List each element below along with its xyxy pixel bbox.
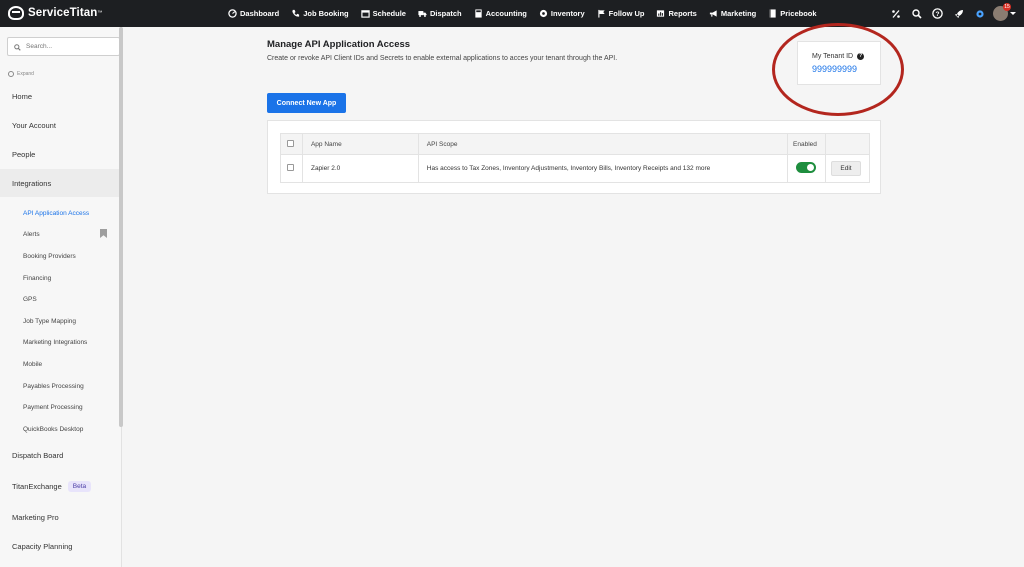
api-scope-cell: Has access to Tax Zones, Inventory Adjus… [417, 154, 789, 183]
nav-job-booking[interactable]: Job Booking [291, 9, 349, 18]
nav-follow-up[interactable]: Follow Up [597, 9, 645, 18]
beta-badge: Beta [67, 480, 92, 492]
nav-dispatch-label: Dispatch [429, 9, 462, 18]
table-row: Zapier 2.0 Has access to Tax Zones, Inve… [280, 154, 871, 183]
reports-icon [656, 9, 665, 18]
col-enabled[interactable]: Enabled [787, 133, 826, 155]
search-icon [14, 38, 21, 56]
enabled-cell [787, 154, 826, 183]
top-navigation-bar: ServiceTitan ™ Dashboard Job Booking Sch… [0, 0, 1024, 27]
annotation-circle [772, 23, 904, 116]
nav-accounting-label: Accounting [485, 9, 527, 18]
header-actions: ? 15 [880, 0, 1016, 27]
row-select-cell [280, 154, 303, 183]
nav-dispatch[interactable]: Dispatch [418, 9, 462, 18]
sidebar-subitem-alerts-label: Alerts [23, 230, 40, 238]
sidebar-subitem-gps[interactable]: GPS [0, 289, 119, 309]
search-icon[interactable] [911, 8, 922, 19]
sidebar-subitem-mobile[interactable]: Mobile [0, 354, 119, 374]
sidebar-item-integrations[interactable]: Integrations [0, 169, 119, 197]
flag-icon [597, 9, 606, 18]
sidebar-item-capacity-planning[interactable]: Capacity Planning [0, 532, 119, 560]
nav-schedule-label: Schedule [372, 9, 406, 18]
col-app-name[interactable]: App Name [301, 133, 419, 155]
chevron-down-icon[interactable] [1010, 12, 1016, 15]
sidebar-item-marketing-pro[interactable]: Marketing Pro [0, 503, 119, 531]
percent-icon[interactable] [890, 8, 901, 19]
nav-job-booking-label: Job Booking [303, 9, 349, 18]
phone-icon [291, 9, 300, 18]
svg-text:?: ? [935, 11, 939, 18]
sidebar-subitem-job-type-mapping[interactable]: Job Type Mapping [0, 311, 119, 331]
notification-badge: 15 [1003, 3, 1011, 11]
row-checkbox[interactable] [287, 164, 294, 171]
nav-marketing-label: Marketing [720, 9, 757, 18]
app-name-cell: Zapier 2.0 [301, 154, 419, 183]
megaphone-icon [709, 9, 718, 18]
sidebar-subitem-payment-processing[interactable]: Payment Processing [0, 397, 119, 417]
enabled-toggle[interactable] [796, 162, 817, 173]
nav-dashboard[interactable]: Dashboard [228, 9, 279, 18]
brand-name: ServiceTitan [28, 7, 98, 19]
user-avatar[interactable]: 15 [993, 3, 1011, 21]
bookmark-icon[interactable] [100, 229, 107, 238]
select-all-checkbox[interactable] [287, 139, 294, 147]
calendar-icon [360, 9, 370, 18]
page-title: Manage API Application Access [267, 39, 411, 50]
sidebar-item-home[interactable]: Home [0, 82, 119, 110]
page-subtitle: Create or revoke API Client IDs and Secr… [267, 55, 618, 62]
sidebar-subitem-payables-processing[interactable]: Payables Processing [0, 376, 119, 396]
help-icon[interactable]: ? [932, 8, 943, 19]
sidebar-search[interactable] [7, 37, 120, 56]
inventory-icon [539, 9, 548, 18]
servicetitan-logo-icon [8, 6, 24, 20]
sidebar-scrollbar[interactable] [119, 27, 123, 427]
nav-pricebook[interactable]: Pricebook [768, 9, 817, 18]
servicetitan-logo[interactable]: ServiceTitan ™ [8, 5, 102, 21]
nav-marketing[interactable]: Marketing [709, 9, 756, 18]
api-apps-table: App Name API Scope Enabled Zapier 2.0 Ha… [280, 133, 871, 183]
sidebar-subitem-alerts[interactable]: Alerts [0, 224, 119, 244]
nav-schedule[interactable]: Schedule [360, 9, 406, 18]
expand-label: Expand [17, 71, 34, 77]
connect-new-app-button[interactable]: Connect New App [267, 93, 346, 113]
nav-inventory-label: Inventory [550, 9, 585, 18]
truck-icon [418, 9, 427, 18]
book-icon [768, 9, 777, 18]
col-actions [824, 133, 871, 155]
nav-reports-label: Reports [668, 9, 697, 18]
col-api-scope[interactable]: API Scope [417, 133, 789, 155]
gear-icon[interactable] [974, 8, 985, 19]
actions-cell: Edit [824, 154, 871, 183]
brand-trademark: ™ [97, 10, 103, 16]
nav-accounting[interactable]: Accounting [474, 9, 527, 18]
nav-follow-up-label: Follow Up [608, 9, 645, 18]
nav-pricebook-label: Pricebook [780, 9, 817, 18]
sidebar-item-dispatch-board[interactable]: Dispatch Board [0, 441, 119, 469]
sidebar-item-titanexchange-label: TitanExchange [12, 481, 62, 491]
sidebar-search-input[interactable] [26, 43, 116, 50]
sidebar-item-people[interactable]: People [0, 140, 119, 168]
sidebar-item-titanexchange[interactable]: TitanExchange Beta [0, 472, 119, 500]
nav-inventory[interactable]: Inventory [539, 9, 585, 18]
table-header-row: App Name API Scope Enabled [280, 133, 871, 155]
calculator-icon [474, 9, 483, 18]
expand-icon [8, 71, 14, 77]
sidebar-subitem-financing[interactable]: Financing [0, 268, 119, 288]
expand-toggle[interactable]: Expand [8, 71, 34, 77]
rocket-icon[interactable] [953, 8, 964, 19]
select-all-cell [280, 133, 303, 155]
sidebar-item-your-account[interactable]: Your Account [0, 111, 119, 139]
sidebar-subitem-marketing-integrations[interactable]: Marketing Integrations [0, 332, 119, 352]
main-nav: Dashboard Job Booking Schedule Dispatch … [228, 0, 829, 27]
sidebar-subitem-api-application-access[interactable]: API Application Access [0, 203, 119, 223]
edit-button[interactable]: Edit [830, 161, 861, 176]
sidebar-subitem-booking-providers[interactable]: Booking Providers [0, 246, 119, 266]
dashboard-icon [228, 9, 237, 18]
api-apps-table-card: App Name API Scope Enabled Zapier 2.0 Ha… [267, 120, 881, 194]
settings-sidebar: Expand Home Your Account People Integrat… [0, 27, 122, 567]
nav-reports[interactable]: Reports [656, 9, 697, 18]
nav-dashboard-label: Dashboard [240, 9, 280, 18]
sidebar-subitem-quickbooks-desktop[interactable]: QuickBooks Desktop [0, 419, 119, 439]
